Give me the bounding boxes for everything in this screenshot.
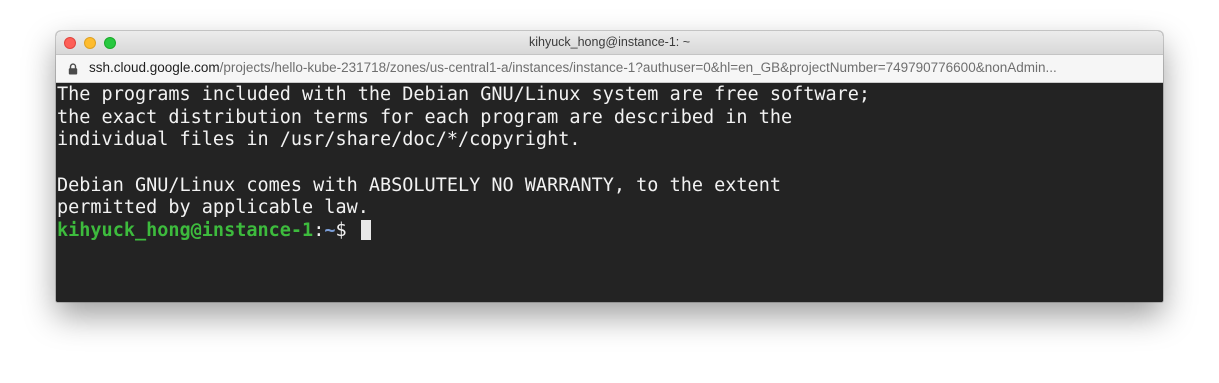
prompt-separator: :: [313, 220, 325, 242]
title-bar[interactable]: kihyuck_hong@instance-1: ~: [56, 31, 1163, 55]
terminal-line: individual files in /usr/share/doc/*/cop…: [57, 129, 581, 151]
prompt-symbol: $: [335, 220, 358, 242]
lock-icon: [68, 63, 78, 75]
url-path: /projects/hello-kube-231718/zones/us-cen…: [219, 60, 1057, 75]
terminal-line: permitted by applicable law.: [57, 197, 369, 219]
prompt-path: ~: [324, 220, 336, 242]
text-cursor: [360, 220, 371, 241]
url-host: ssh.cloud.google.com: [89, 60, 220, 75]
terminal-line: The programs included with the Debian GN…: [57, 84, 871, 105]
prompt-user-host: kihyuck_hong@instance-1: [57, 220, 314, 242]
page-url[interactable]: ssh.cloud.google.com/projects/hello-kube…: [89, 60, 1149, 75]
ssh-browser-window: kihyuck_hong@instance-1: ~ ssh.cloud.goo…: [56, 31, 1163, 302]
window-title: kihyuck_hong@instance-1: ~: [528, 35, 691, 49]
terminal-output[interactable]: The programs included with the Debian GN…: [56, 83, 1163, 302]
terminal-line: the exact distribution terms for each pr…: [57, 106, 793, 128]
terminal-line: Debian GNU/Linux comes with ABSOLUTELY N…: [57, 174, 781, 196]
address-bar[interactable]: ssh.cloud.google.com/projects/hello-kube…: [56, 55, 1163, 83]
shell-prompt[interactable]: kihyuck_hong@instance-1:~$: [56, 220, 1163, 243]
